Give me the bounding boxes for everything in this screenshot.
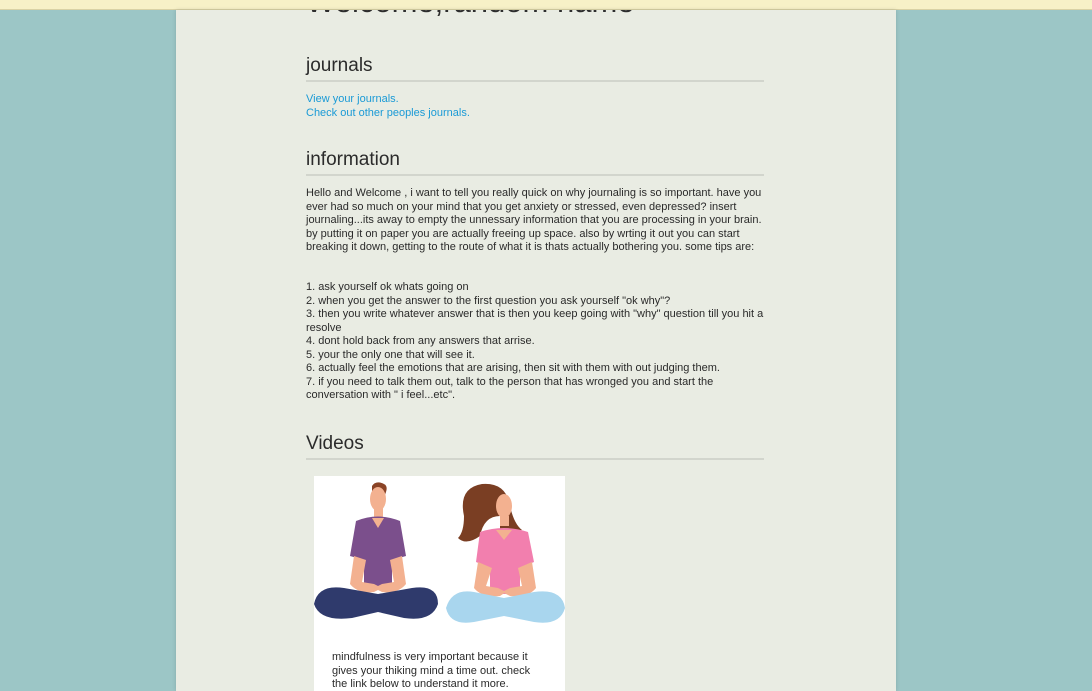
woman-figure [446,483,565,623]
tip-item: 4. dont hold back from any answers that … [306,335,535,347]
man-figure [314,482,438,619]
tip-item: 5. your the only one that will see it. [306,348,475,361]
information-paragraph: Hello and Welcome , i want to tell you r… [306,187,762,253]
tip-item: 2. when you get the answer to the first … [306,294,671,307]
tip-item: 1. ask yourself ok whats going on [306,281,469,293]
other-journals-link[interactable]: Check out other peoples journals. [306,106,470,120]
view-journals-link[interactable]: View your journals. [306,92,470,106]
information-heading: information [306,149,764,176]
meditating-people-illustration [314,482,565,623]
welcome-heading: Welcome,random name [306,10,635,20]
journals-heading: journals [306,55,764,82]
journals-links: View your journals. Check out other peop… [306,92,470,120]
videos-heading: Videos [306,433,764,460]
video-card[interactable]: mindfulness is very important because it… [314,476,565,691]
browser-notification-bar [0,0,1092,10]
video-card-text: mindfulness is very important because it… [332,651,531,690]
tip-item: 6. actually feel the emotions that are a… [306,362,720,374]
main-page: Welcome,random name journals View your j… [176,10,896,691]
tips-list: 1. ask yourself ok whats going on 2. whe… [306,281,766,403]
tip-item: 7. if you need to talk them out, talk to… [306,375,714,402]
tip-item: 3. then you write whatever answer that i… [306,308,764,334]
